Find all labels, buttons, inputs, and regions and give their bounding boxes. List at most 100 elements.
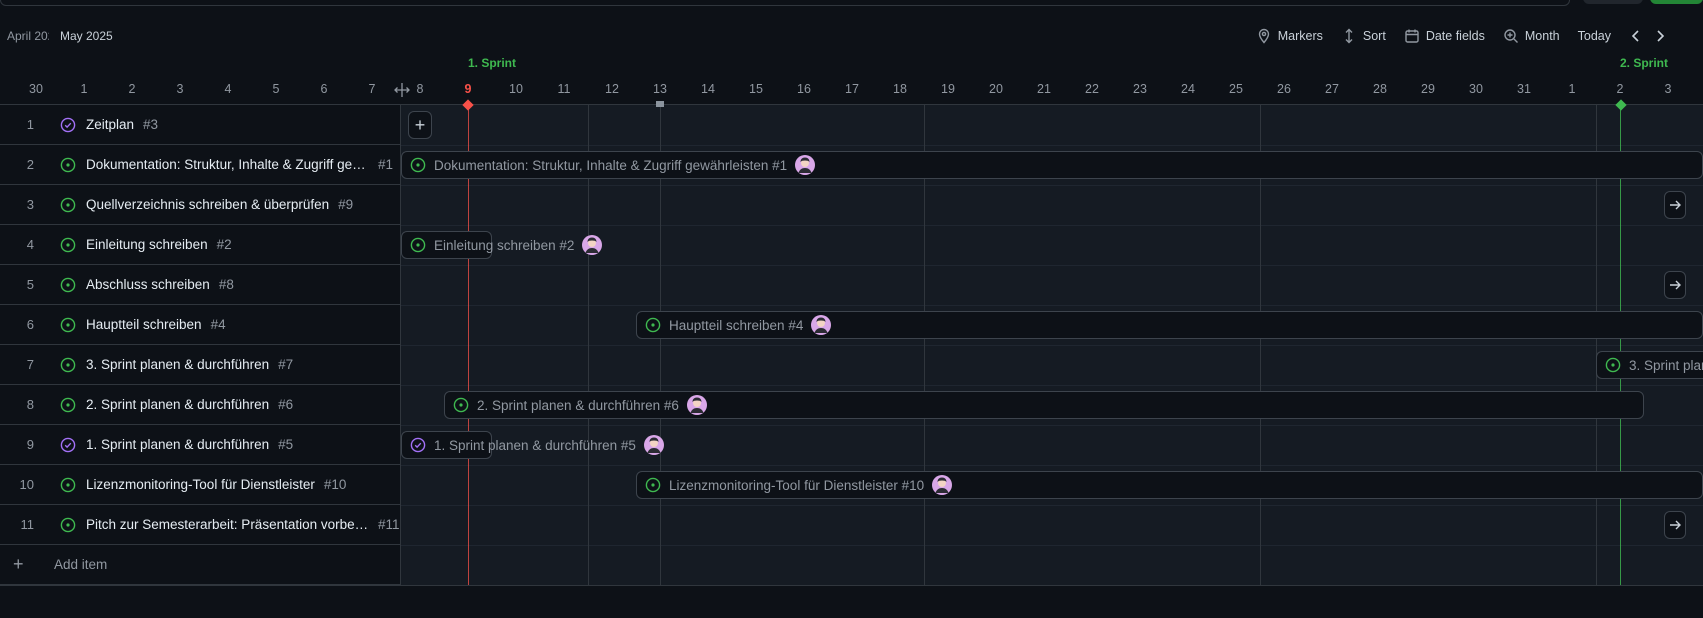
bar-label: 3. Sprint planen & durchführen #7: [1629, 357, 1703, 373]
zoom-button[interactable]: Month: [1503, 28, 1560, 44]
day-label: 29: [1421, 82, 1435, 96]
row-number: 6: [26, 317, 34, 332]
day-label: 16: [797, 82, 811, 96]
avatar: [643, 435, 664, 455]
bar-label: Hauptteil schreiben #4: [669, 317, 804, 333]
day-label: 7: [368, 82, 376, 96]
avatar: [686, 395, 707, 415]
plus-icon: +: [414, 114, 426, 135]
issue-open-icon: [60, 157, 76, 173]
day-label: 19: [941, 82, 955, 96]
day-label: 5: [272, 82, 280, 96]
timeline-bar[interactable]: Hauptteil schreiben #4: [636, 311, 1703, 339]
item-title[interactable]: 1. Sprint planen & durchführen: [86, 437, 269, 452]
item-title[interactable]: Dokumentation: Struktur, Inhalte & Zugri…: [86, 157, 369, 172]
issue-open-icon: [60, 277, 76, 293]
date-fields-button[interactable]: Date fields: [1404, 28, 1485, 44]
today-button[interactable]: Today: [1578, 29, 1611, 43]
list-item[interactable]: 2 Dokumentation: Struktur, Inhalte & Zugr…: [0, 145, 400, 185]
item-title[interactable]: Pitch zur Semesterarbeit: Präsentation v…: [86, 517, 369, 532]
date-fields-label: Date fields: [1425, 29, 1485, 43]
issue-closed-icon: [410, 437, 426, 453]
bar-label: Einleitung schreiben #2: [434, 237, 575, 253]
sort-button[interactable]: Sort: [1341, 28, 1386, 44]
issue-number: #6: [278, 397, 294, 412]
issue-closed-icon: [60, 437, 76, 453]
list-divider[interactable]: [400, 105, 401, 585]
issue-open-icon: [410, 157, 426, 173]
timeline-bar[interactable]: Einleitung schreiben #2: [401, 231, 603, 259]
bar-label: Lizenzmonitoring-Tool für Dienstleister …: [669, 477, 925, 493]
issue-open-icon: [1605, 357, 1621, 373]
scroll-to-item-button[interactable]: [1664, 511, 1686, 539]
item-title[interactable]: 2. Sprint planen & durchführen: [86, 397, 269, 412]
discard-button[interactable]: [1583, 0, 1643, 4]
day-label: 3: [1664, 82, 1672, 96]
sort-label: Sort: [1362, 29, 1386, 43]
month-label-current: May 2025: [60, 29, 113, 43]
resize-handle-icon[interactable]: [394, 82, 410, 98]
item-title[interactable]: Zeitplan: [86, 117, 134, 132]
day-label: 9: [464, 82, 472, 96]
save-button[interactable]: [1650, 0, 1703, 4]
issue-number: #2: [216, 237, 232, 252]
issue-open-icon: [60, 357, 76, 373]
day-label: 23: [1133, 82, 1147, 96]
row-number: 9: [26, 437, 34, 452]
issue-closed-icon: [60, 117, 76, 133]
item-title[interactable]: Quellverzeichnis schreiben & überprüfen: [86, 197, 329, 212]
timeline-bar[interactable]: 3. Sprint planen & durchführen #7: [1596, 351, 1703, 379]
row-number: 11: [20, 517, 35, 532]
item-title[interactable]: Hauptteil schreiben: [86, 317, 202, 332]
row-number: 7: [26, 357, 34, 372]
issue-number: #11: [378, 517, 400, 532]
list-item[interactable]: 9 1. Sprint planen & durchführen #5: [0, 425, 400, 465]
timeline-bar[interactable]: Lizenzmonitoring-Tool für Dienstleister …: [636, 471, 1703, 499]
day-label: 24: [1181, 82, 1195, 96]
scroll-to-item-button[interactable]: [1664, 271, 1686, 299]
day-label: 21: [1037, 82, 1051, 96]
zoom-in-icon: [1504, 29, 1518, 43]
item-title[interactable]: 3. Sprint planen & durchführen: [86, 357, 269, 372]
chevron-left-icon[interactable]: [1629, 29, 1643, 43]
add-date-button[interactable]: +: [408, 111, 432, 139]
issue-open-icon: [60, 517, 76, 533]
avatar: [932, 475, 953, 495]
list-item[interactable]: 6 Hauptteil schreiben #4: [0, 305, 400, 345]
day-label: 27: [1325, 82, 1339, 96]
day-label: 26: [1277, 82, 1291, 96]
timeline-bar[interactable]: 2. Sprint planen & durchführen #6: [444, 391, 1644, 419]
markers-button[interactable]: Markers: [1256, 28, 1323, 44]
scroll-to-item-button[interactable]: [1664, 191, 1686, 219]
timeline-bar[interactable]: 1. Sprint planen & durchführen #5: [401, 431, 664, 459]
list-item[interactable]: 3 Quellverzeichnis schreiben & überprüfen…: [0, 185, 400, 225]
day-label: 20: [989, 82, 1003, 96]
issue-open-icon: [645, 317, 661, 333]
day-label: 10: [509, 82, 523, 96]
avatar: [795, 155, 816, 175]
issue-number: #5: [278, 437, 294, 452]
add-item-row[interactable]: + Add item: [0, 545, 400, 585]
item-list: 1 Zeitplan #3 2 Dokumentation: Struktur, Inh…: [0, 105, 400, 545]
marker-indicator: [656, 101, 664, 107]
day-label: 31: [1517, 82, 1531, 96]
timeline-bar[interactable]: Dokumentation: Struktur, Inhalte & Zugri…: [401, 151, 1703, 179]
search-filter-input[interactable]: [0, 0, 1570, 6]
list-item[interactable]: 7 3. Sprint planen & durchführen #7: [0, 345, 400, 385]
list-item[interactable]: 4 Einleitung schreiben #2: [0, 225, 400, 265]
day-label: 30: [1469, 82, 1483, 96]
list-item[interactable]: 8 2. Sprint planen & durchführen #6: [0, 385, 400, 425]
list-item[interactable]: 10 Lizenzmonitoring-Tool für Dienstleiste…: [0, 465, 400, 505]
list-item[interactable]: 1 Zeitplan #3: [0, 105, 400, 145]
avatar: [811, 315, 832, 335]
day-label: 25: [1229, 82, 1243, 96]
list-item[interactable]: 11 Pitch zur Semesterarbeit: Präsentation…: [0, 505, 400, 545]
issue-number: #7: [278, 357, 294, 372]
item-title[interactable]: Einleitung schreiben: [86, 237, 208, 252]
chevron-right-icon[interactable]: [1653, 29, 1667, 43]
item-title[interactable]: Abschluss schreiben: [86, 277, 210, 292]
list-item[interactable]: 5 Abschluss schreiben #8: [0, 265, 400, 305]
item-title[interactable]: Lizenzmonitoring-Tool für Dienstleister: [86, 477, 315, 492]
month-label-prev: April 2025: [7, 29, 49, 43]
bar-label: 2. Sprint planen & durchführen #6: [477, 397, 679, 413]
